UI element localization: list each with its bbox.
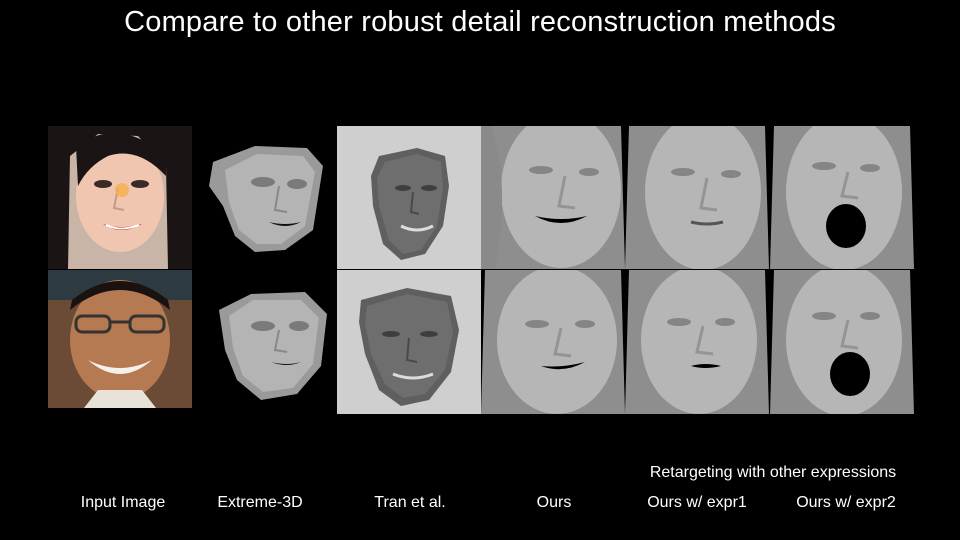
extreme3d-result-2 [195, 270, 335, 408]
column-label-ours-expr2: Ours w/ expr2 [796, 494, 896, 511]
face-mesh-icon [359, 288, 459, 406]
face-mesh-icon [371, 148, 449, 260]
face-mesh-icon [625, 126, 769, 269]
ours-result-1 [481, 126, 625, 269]
face-mesh-icon [625, 270, 769, 414]
face-mesh-icon [209, 146, 323, 252]
face-mesh-icon [481, 126, 625, 269]
column-label-tran-et-al: Tran et al. [374, 494, 446, 511]
ours-result-2 [481, 270, 625, 414]
face-mesh-icon [219, 292, 327, 400]
retargeting-caption: Retargeting with other expressions [649, 464, 897, 481]
face-photo-icon [48, 270, 192, 408]
ours-expr1-result-1 [625, 126, 769, 269]
ours-expr2-result-2 [770, 270, 914, 414]
face-mesh-icon [770, 126, 914, 269]
face-mesh-icon [770, 270, 914, 414]
column-label-input-image: Input Image [80, 494, 166, 511]
ours-expr1-result-2 [625, 270, 769, 414]
input-photo-woman [48, 126, 192, 269]
ours-expr2-result-1 [770, 126, 914, 269]
face-mesh-icon [481, 270, 625, 414]
slide-title: Compare to other robust detail reconstru… [124, 6, 836, 38]
tran-result-2 [337, 270, 481, 414]
tran-result-1 [337, 126, 481, 269]
column-label-ours-expr1: Ours w/ expr1 [647, 494, 747, 511]
extreme3d-result-1 [195, 126, 335, 269]
column-label-ours: Ours [536, 494, 572, 511]
input-photo-man [48, 270, 192, 408]
face-photo-icon [48, 126, 192, 269]
column-label-extreme-3d: Extreme-3D [217, 494, 303, 511]
